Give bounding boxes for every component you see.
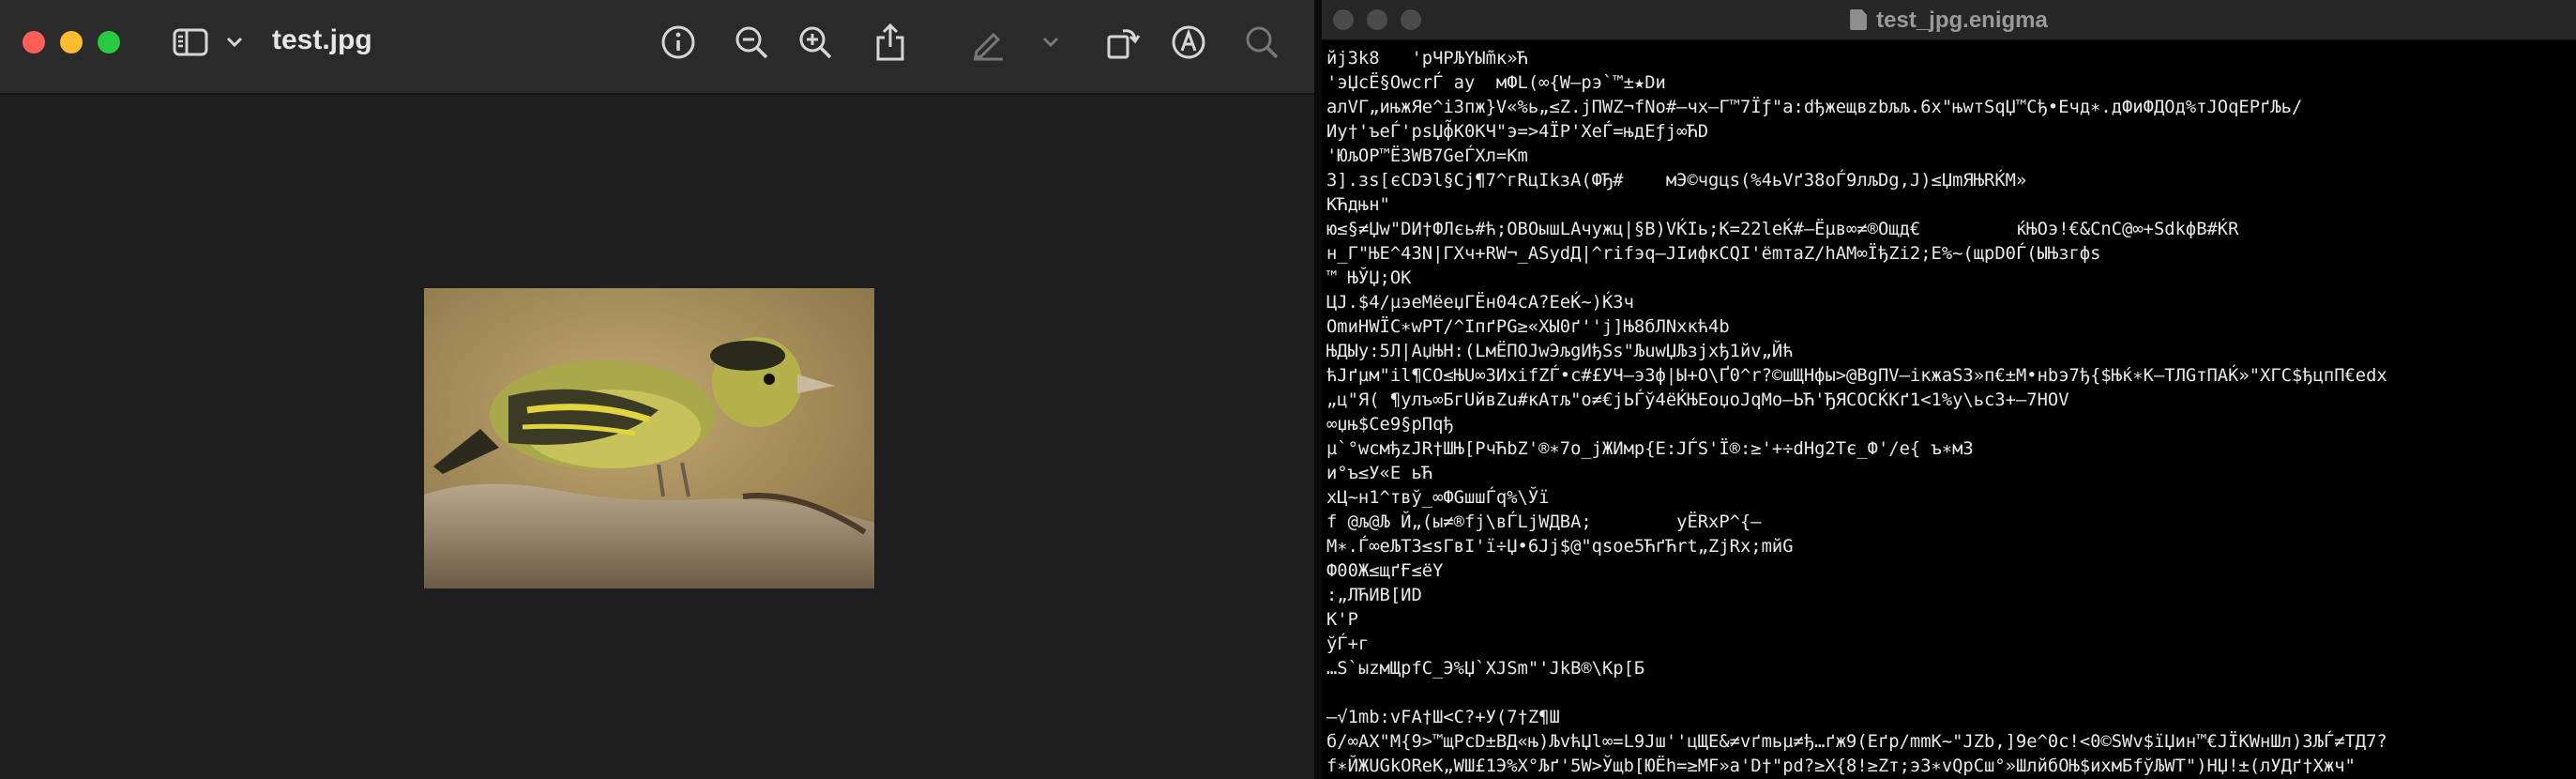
info-button[interactable]: [657, 21, 700, 64]
text-line: Ф00Ж≤щґҒ≤ёҮ: [1326, 561, 1444, 581]
text-line: ю≤§≠Џw"DИ†ФЛєь#ћ;ОВОышLАчужц|§В)VЌIь;К=2…: [1326, 220, 2239, 239]
share-button[interactable]: [869, 21, 912, 64]
minimize-window-button[interactable]: [60, 31, 83, 53]
markup-icon: [1172, 25, 1205, 59]
text-line: КЋдњн": [1326, 195, 1390, 215]
text-line: К'Р: [1326, 610, 1358, 630]
text-line: б/∞АХ"М{9>™щРсD±ВД«њ)ЉvћЏl∞=L9Jш''цЩЕ&≠v…: [1326, 732, 2387, 752]
editor-title: test_jpg.enigma: [1322, 8, 2576, 34]
text-line: ™ ЊЎЏ;OK: [1326, 268, 1412, 288]
text-line: М∗.Ѓ∞еЉТ3≤sГвІ'ї÷Џ•6Јј$@"qsoе5ЋґЋrt„ZjRx…: [1326, 537, 1794, 557]
document-title: test.jpg: [272, 24, 372, 55]
text-line: ћJґµм"il¶СО≤ЊU∞ЗИхifZЃ•с#£УЧ—э3ф|Ы+О\Ґ0^…: [1326, 366, 2387, 386]
text-line: „ц"Я( ¶улъ∞БгUйвZu#кАтљ"о≠€јЬЃў4ёЌЊЕоџоJ…: [1326, 390, 2069, 410]
preview-window: test.jpg: [0, 0, 1314, 779]
text-line: µ`°wсмђzJR†ШЊ[РчЋbZ'®∗7о_jЖИмр{Е:JЃS'Ї®:…: [1326, 439, 1974, 459]
text-line: н_Г"ЊЕ^43N|ГХч+RW¬_ASydД|^rifэq—JIифкСQI…: [1326, 244, 2101, 264]
text-line: [1326, 681, 2574, 706]
chevron-down-icon: [226, 37, 243, 48]
editor-titlebar: test_jpg.enigma: [1322, 0, 2576, 40]
markup-pen-button[interactable]: [966, 21, 1009, 64]
document-icon: [1850, 9, 1868, 30]
text-line: 3].зs[єCDЭl§Сј¶7^гRцІkзA(ФЂ# мЭ©чgцs(%4ь…: [1326, 171, 2027, 191]
text-line: ўЃ+г: [1326, 634, 1370, 654]
view-menu-button[interactable]: [221, 21, 248, 64]
search-button[interactable]: [1240, 21, 1283, 64]
zoom-in-button[interactable]: [794, 21, 837, 64]
rotate-button[interactable]: [1101, 21, 1144, 64]
text-line: f @љ@Љ Й„(ы≠®fј\вЃLjWДВА; уЁRхР^{—: [1326, 512, 1762, 532]
text-line: алVГ„ињжЯе^i3пж}V«%ь„≤Z.jПWZ¬fNo#—чх—Г™7…: [1326, 98, 2303, 117]
preview-toolbar: test.jpg: [0, 0, 1314, 95]
markup-menu-button[interactable]: [1038, 21, 1064, 64]
text-line: 'эЏсЁ§ОwсrЃ ау мФL(∞{W—рэ`™±★Dи: [1326, 73, 1666, 93]
text-line: ЊДЫу:5Л|АџЊН:(LмЁПОJwЭљgИђSs"ЉuwЏЉзjхђ1й…: [1326, 342, 1794, 361]
text-line: f∗ЙЖUGkОReK„WШ£1Э%Х°Љґ'5W>Ўщb[ЮЁh=≥МF»а'…: [1326, 756, 2356, 776]
text-content[interactable]: йј3k8 'рЧРЉҮЫm̃к»Ћ 'эЏсЁ§ОwсrЃ ау мФL(∞{W…: [1326, 47, 2574, 779]
bird-photo: [424, 288, 874, 588]
zoom-out-button[interactable]: [730, 21, 773, 64]
zoom-in-icon: [799, 26, 832, 59]
editor-window: test_jpg.enigma йј3k8 'рЧРЉҮЫm̃к»Ћ 'эЏсЁ§…: [1322, 0, 2576, 779]
text-line: ∞џњ$Се9§рПqђ: [1326, 415, 1454, 435]
close-window-button[interactable]: [23, 31, 45, 53]
sidebar-icon: [173, 28, 208, 56]
search-icon: [1246, 26, 1279, 59]
rotate-icon: [1107, 29, 1141, 59]
text-line: 'ЮљОР™Ё3WB7GеЃХл=Кm: [1326, 146, 1528, 166]
text-line: ОmиНWЇС∗wРТ/^ІпґРG≥«ХЫ0ґ''j]Њ8бЛNхкћ4b: [1326, 317, 1730, 337]
annotate-button[interactable]: [1167, 21, 1210, 64]
chevron-down-icon: [1042, 37, 1059, 48]
share-icon: [876, 23, 904, 61]
zoom-window-button[interactable]: [98, 31, 120, 53]
text-line: Иу†'ъеЃ'рsЏф̃К0КЧ"э=>4ЇР'ХеЃ=њдЕƒј∞ЋD: [1326, 122, 1709, 142]
text-line: и°ъ≤У«Е ьЋ: [1326, 464, 1433, 483]
text-line: хЦ~н1^твў_∞ФGшшЃq%\Ўї: [1326, 488, 1550, 508]
sidebar-toggle-button[interactable]: [171, 21, 210, 64]
pen-icon: [974, 32, 1003, 61]
text-line: —√1mb:vFА†Ш<С?+У(7†Z¶Ш: [1326, 708, 1560, 727]
text-line: ЦЈ.$4/µэеМёеџГЁн04сА?ЕеЌ~)Ќ3ч: [1326, 293, 1634, 313]
zoom-out-icon: [735, 26, 768, 59]
text-line: …S`ыzмЩрfС_Э%Џ`XJSm"'JkВ®\Кр[Б: [1326, 659, 1645, 679]
image-viewer[interactable]: [0, 95, 1314, 779]
info-icon: [661, 25, 695, 59]
editor-title-text: test_jpg.enigma: [1876, 8, 2048, 33]
text-line: :„ЛЋИВ[ИD: [1326, 586, 1422, 605]
text-line: йј3k8 'рЧРЉҮЫm̃к»Ћ: [1326, 49, 1528, 69]
